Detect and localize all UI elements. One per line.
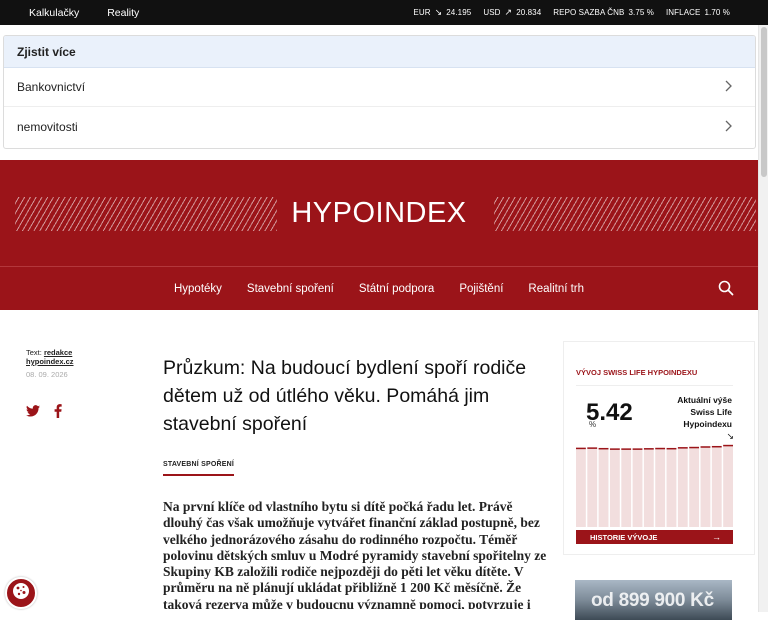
site-logo[interactable]: HYPOINDEX [291,197,466,230]
logo-area: HYPOINDEX [0,160,758,266]
chart-bar-top [576,447,586,450]
nav-item-realitni-trh[interactable]: Realitní trh [528,283,584,295]
arrow-down-right-icon: ↘ [434,7,443,17]
ad-box: Zjistit více Bankovnictví nemovitosti [3,35,756,149]
scrollbar-thumb[interactable] [761,27,767,177]
widget-label: Aktuální výše Swiss Life Hypoindexu [677,395,732,429]
article: Průzkum: Na budoucí bydlení spoří rodiče… [163,354,553,609]
facebook-icon[interactable] [54,404,62,423]
ad-title: Zjistit více [4,36,755,68]
cookie-icon [11,581,31,606]
history-button[interactable]: HISTORIE VÝVOJE → [576,530,733,544]
chart-bar-top [598,447,609,450]
article-meta: Text: redakce hypoindex.cz 08. 09. 2026 [26,348,74,379]
widget-value: 5.42 [586,399,633,426]
market-indicators: EUR ↘ 24.195 USD ↗ 20.834 REPO SAZBA ČNB… [413,7,768,18]
nav-item-pojisteni[interactable]: Pojištění [459,283,503,295]
top-link-kalkulacky[interactable]: Kalkulačky [29,7,79,19]
chart-bar-top [632,448,643,450]
author-link-domain[interactable]: hypoindex.cz [26,357,74,366]
top-bar: Kalkulačky Reality EUR ↘ 24.195 USD ↗ 20… [0,0,768,25]
article-title: Průzkum: Na budoucí bydlení spoří rodiče… [163,357,527,435]
chart-bar-top [655,447,666,450]
chart-bar [711,445,722,527]
chart-bar [632,448,643,527]
chart-bar [700,446,711,527]
chart-bar-top [677,447,688,449]
decorative-stripes-right [494,197,756,231]
chart-bar-top [587,447,598,449]
nav-item-stavebni-sporeni[interactable]: Stavební spoření [247,283,334,295]
chart-bar-top [666,447,677,450]
article-date: 08. 09. 2026 [26,370,68,379]
social-share [26,404,62,423]
article-lead: Na první klíče od vlastního bytu si dítě… [163,499,547,609]
twitter-icon[interactable] [26,404,40,423]
decorative-stripes-left [15,197,277,231]
arrow-up-right-icon: ↗ [504,7,513,17]
author: Text: redakce hypoindex.cz [26,348,74,366]
cookie-settings-button[interactable] [5,577,37,609]
chart-bar [587,447,598,527]
indicator-repo: REPO SAZBA ČNB 3.75 % [553,8,654,17]
chart-bar-top [723,444,733,447]
chart-bar-top [711,445,722,448]
chart-bar [576,447,586,527]
search-icon[interactable] [718,280,734,296]
ad-row-nemovitosti[interactable]: nemovitosti [4,107,755,146]
top-links: Kalkulačky Reality [0,7,139,19]
ad-row-bankovnictvi[interactable]: Bankovnictví [4,68,755,107]
indicator-inflace: INFLACE 1.70 % [665,8,730,17]
promo-text: od 899 900 Kč [591,590,714,611]
indicator-eur: EUR ↘ 24.195 [413,7,472,17]
chart-bar [655,447,666,527]
top-link-reality[interactable]: Reality [107,7,139,19]
arrow-right-icon: → [712,532,721,542]
hypoindex-bar-chart [576,444,733,527]
brand-banner: HYPOINDEX Hypotéky Stavební spoření Stát… [0,160,758,310]
chart-bar [666,447,677,527]
chart-bar [621,448,632,527]
chart-bar-top [643,448,654,450]
main-nav: Hypotéky Stavební spoření Státní podpora… [0,266,758,310]
chart-bar [643,448,654,527]
chart-bar [677,447,688,527]
chart-bar-top [700,446,711,448]
chart-bar-top [689,446,700,449]
chart-bar [689,446,700,527]
chart-bar [609,448,620,527]
nav-item-hypoteky[interactable]: Hypotéky [174,283,222,295]
chevron-right-icon [725,79,733,95]
chart-bar [723,444,733,527]
page-scrollbar[interactable] [758,25,768,612]
widget-divider [576,385,733,386]
widget-title: VÝVOJ SWISS LIFE HYPOINDEXU [576,368,698,377]
chevron-right-icon [725,119,733,135]
chart-bar-top [621,448,632,450]
promo-image[interactable]: od 899 900 Kč [575,580,732,620]
indicator-usd: USD ↗ 20.834 [483,7,542,17]
chart-bar [598,447,609,527]
hypoindex-widget: VÝVOJ SWISS LIFE HYPOINDEXU % 5.42 Aktuá… [563,341,755,555]
article-category-tag[interactable]: STAVEBNÍ SPOŘENÍ [163,461,235,476]
author-link[interactable]: redakce [44,348,72,357]
chart-bar-top [609,448,620,450]
nav-item-statni-podpora[interactable]: Státní podpora [359,283,434,295]
trend-down-icon: ↘ [726,431,734,441]
